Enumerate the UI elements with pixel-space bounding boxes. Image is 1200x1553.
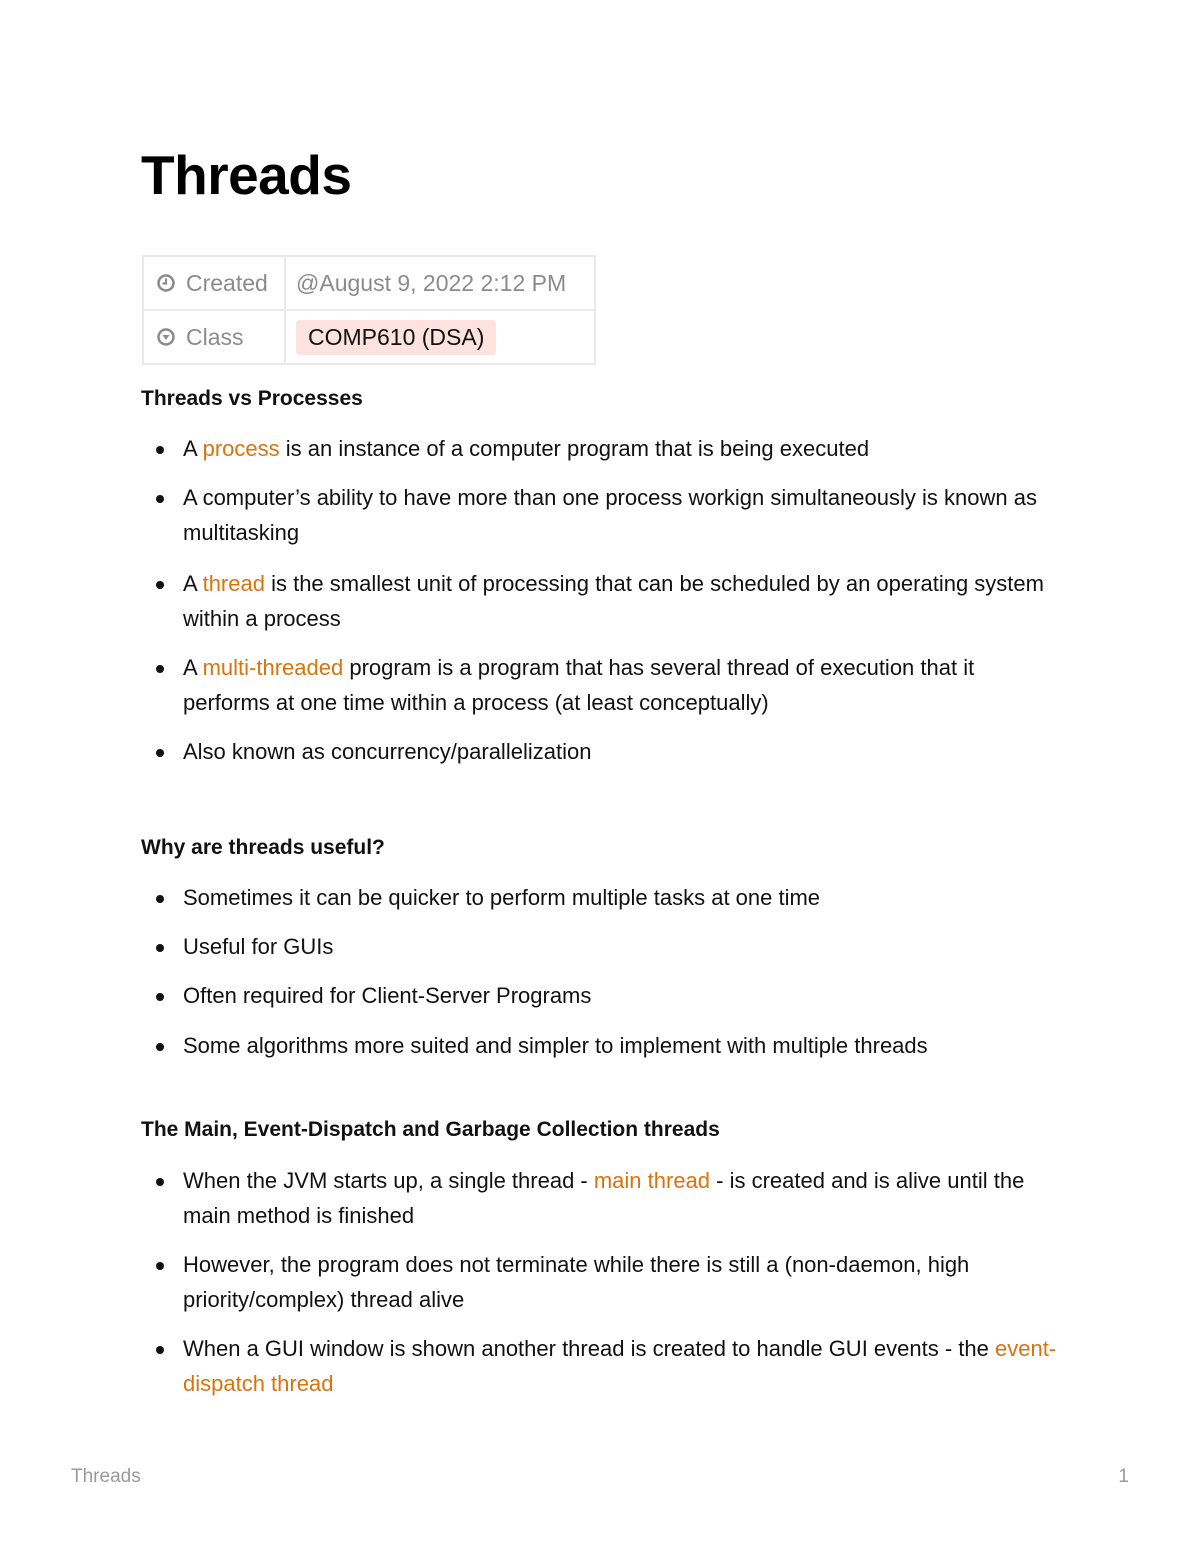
property-label-class: Class [186,323,244,350]
list-item: A multi-threaded program is a program th… [141,650,1061,720]
list-item: Useful for GUIs [141,929,1061,964]
section-heading-threads-vs-processes: Threads vs Processes [141,387,363,410]
list-item: A thread is the smallest unit of process… [141,566,1061,636]
page-title: Threads [141,144,352,206]
footer-page-number: 1 [1118,1466,1129,1487]
property-row-created: Created @August 9, 2022 2:12 PM [142,255,596,311]
property-row-class: Class COMP610 (DSA) [142,309,596,365]
list-item: Some algorithms more suited and simpler … [141,1028,1061,1063]
property-value-created[interactable]: @August 9, 2022 2:12 PM [296,270,566,296]
class-tag[interactable]: COMP610 (DSA) [296,319,497,355]
list-item: When the JVM starts up, a single thread … [141,1163,1061,1233]
bullet-list-why-threads-useful: Sometimes it can be quicker to perform m… [141,880,1061,1063]
list-item: When a GUI window is shown another threa… [141,1331,1061,1401]
list-item: Often required for Client-Server Program… [141,978,1061,1013]
list-item: Also known as concurrency/parallelizatio… [141,734,1061,769]
list-item: A computer’s ability to have more than o… [141,480,1061,550]
section-heading-why-threads-useful: Why are threads useful? [141,836,385,859]
section-heading-main-event-gc-threads: The Main, Event-Dispatch and Garbage Col… [141,1118,720,1141]
highlight-term: multi-threaded [202,655,344,680]
list-item: However, the program does not terminate … [141,1247,1061,1317]
highlight-term: process [202,436,280,461]
property-key-class: Class [144,324,284,351]
footer-doc-title: Threads [71,1466,141,1487]
property-label-created: Created [186,269,268,296]
highlight-term: thread [202,571,265,596]
property-key-created: Created [144,270,284,297]
bullet-list-threads-vs-processes: A process is an instance of a computer p… [141,431,1061,769]
clock-icon [157,274,175,292]
bullet-list-main-event-gc-threads: When the JVM starts up, a single thread … [141,1163,1061,1401]
select-icon [157,328,175,346]
highlight-term: main thread [593,1168,711,1193]
properties-table: Created @August 9, 2022 2:12 PM Class CO… [142,255,596,365]
list-item: A process is an instance of a computer p… [141,431,1061,466]
list-item: Sometimes it can be quicker to perform m… [141,880,1061,915]
